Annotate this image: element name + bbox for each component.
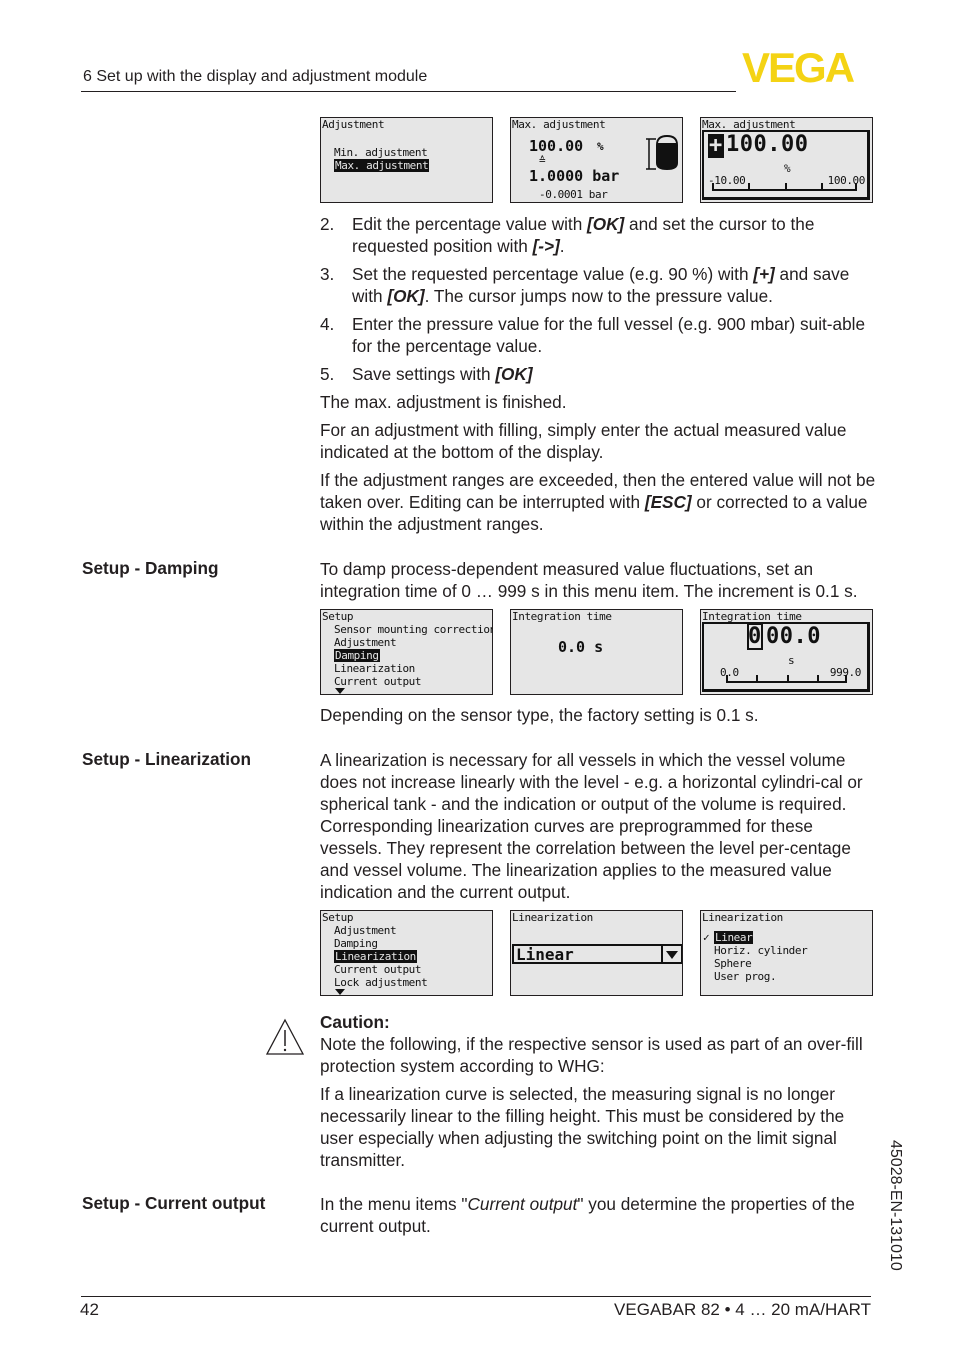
lcd-title: Linearization bbox=[702, 911, 783, 924]
lcd-title: Max. adjustment bbox=[512, 118, 606, 131]
page-number: 42 bbox=[80, 1300, 99, 1319]
range-scale bbox=[712, 183, 857, 191]
section-header: 6 Set up with the display and adjustment… bbox=[83, 68, 428, 85]
scroll-down-arrow-icon bbox=[335, 989, 345, 995]
integration-time-value: 0.0 s bbox=[558, 638, 604, 656]
menu-item: Adjustment bbox=[334, 924, 397, 937]
lcd-title: Adjustment bbox=[322, 118, 385, 131]
range-scale bbox=[726, 675, 847, 683]
scale-tick bbox=[756, 675, 759, 681]
caution-text: Note the following, if the respective se… bbox=[320, 1034, 863, 1076]
edit-value: 00.0 bbox=[766, 624, 821, 649]
step-text: Set the requested percentage value (e.g.… bbox=[352, 264, 850, 306]
menu-item-linearization-selected: Linearization bbox=[334, 950, 417, 963]
max-adjustment-finished: The max. adjustment is finished. bbox=[320, 392, 567, 412]
section-label-damping: Setup - Damping bbox=[82, 558, 219, 578]
lcd-linearization-select: Linearization Linear bbox=[510, 910, 683, 996]
edit-unit: s bbox=[788, 654, 795, 667]
lcd-integration-time-edit: Integration time 0 00.0 s 0.0 999.0 bbox=[700, 609, 873, 695]
current-output-text: In the menu items "Current output" you d… bbox=[320, 1194, 855, 1236]
lcd-setup-menu-damping: Setup Sensor mounting correction Adjustm… bbox=[320, 609, 493, 695]
lcd-max-adjustment-edit: Max. adjustment + 100.00 % -10.00 100.00 bbox=[700, 117, 873, 203]
step-2: 2. Edit the percentage value with [OK] a… bbox=[320, 213, 880, 257]
logo-text: VEGA bbox=[742, 50, 855, 86]
chevron-down-icon bbox=[661, 946, 681, 962]
menu-item-damping-selected: Damping bbox=[334, 649, 380, 662]
step-number: 2. bbox=[320, 214, 335, 234]
vessel-full-icon bbox=[646, 135, 678, 170]
percent-unit: % bbox=[597, 140, 604, 153]
scale-tick bbox=[816, 675, 819, 681]
damping-intro: To damp process-dependent measured value… bbox=[320, 559, 858, 601]
option: User prog. bbox=[714, 970, 777, 983]
option-linear-selected: Linear bbox=[714, 931, 754, 944]
scale-tick bbox=[748, 183, 751, 189]
menu-item-max-adjustment-selected: Max. adjustment bbox=[334, 159, 430, 172]
header-rule bbox=[81, 91, 736, 92]
lcd-max-adjustment-overview: Max. adjustment 100.00 % ≙ 1.0000 bar -0… bbox=[510, 117, 683, 203]
lcd-linearization-options: Linearization ✓ Linear Horiz. cylinder S… bbox=[700, 910, 873, 996]
edit-frame: 0 00.0 s 0.0 999.0 bbox=[702, 622, 870, 692]
step-5: 5. Save settings with [OK] bbox=[320, 363, 880, 385]
lcd-title: Setup bbox=[322, 610, 354, 623]
step-number: 5. bbox=[320, 364, 335, 384]
step-number: 4. bbox=[320, 314, 335, 334]
step-text: Edit the percentage value with [OK] and … bbox=[352, 214, 815, 256]
menu-item: Lock adjustment bbox=[334, 976, 428, 989]
menu-item: Linearization bbox=[334, 662, 415, 675]
scale-tick bbox=[845, 675, 847, 681]
lcd-adjustment-menu: Adjustment Min. adjustment Max. adjustme… bbox=[320, 117, 493, 203]
option: Sphere bbox=[714, 957, 752, 970]
menu-item: Damping bbox=[334, 937, 378, 950]
caution-title: Caution: bbox=[320, 1012, 390, 1032]
dropdown-value: Linear bbox=[516, 945, 574, 964]
step-text: Enter the pressure value for the full ve… bbox=[352, 314, 866, 356]
vega-logo: VEGA bbox=[742, 50, 857, 86]
checkmark-icon: ✓ bbox=[703, 931, 710, 944]
edit-frame: + 100.00 % -10.00 100.00 bbox=[702, 130, 870, 200]
warning-triangle-icon bbox=[265, 1018, 305, 1055]
lcd-integration-time: Integration time 0.0 s bbox=[510, 609, 683, 695]
menu-item: Sensor mounting correction bbox=[334, 623, 493, 636]
filling-note: For an adjustment with filling, simply e… bbox=[320, 420, 847, 462]
damping-note: Depending on the sensor type, the factor… bbox=[320, 705, 759, 725]
scale-tick bbox=[786, 675, 789, 681]
menu-item-min-adjustment: Min. adjustment bbox=[334, 146, 428, 159]
lcd-title: Linearization bbox=[512, 911, 593, 924]
scale-tick bbox=[784, 183, 787, 189]
document-code: 45028-EN-131010 bbox=[887, 1140, 904, 1271]
section-label-current-output: Setup - Current output bbox=[82, 1193, 266, 1213]
lcd-title: Setup bbox=[322, 911, 354, 924]
linearization-dropdown: Linear bbox=[512, 944, 682, 964]
menu-item: Adjustment bbox=[334, 636, 397, 649]
lcd-title: Integration time bbox=[512, 610, 612, 623]
scale-tick bbox=[855, 183, 857, 189]
measured-value: -0.0001 bar bbox=[539, 188, 608, 201]
scroll-down-arrow-icon bbox=[335, 688, 345, 694]
percent-value: 100.00 bbox=[529, 137, 584, 155]
equiv-symbol: ≙ bbox=[539, 154, 546, 167]
caution-text-2: If a linearization curve is selected, th… bbox=[320, 1084, 845, 1170]
cursor-plus: + bbox=[708, 133, 724, 158]
pressure-value: 1.0000 bar bbox=[529, 167, 620, 185]
footer-rule bbox=[81, 1296, 871, 1297]
step-number: 3. bbox=[320, 264, 335, 284]
product-name: VEGABAR 82 • 4 … 20 mA/HART bbox=[614, 1300, 871, 1319]
menu-item: Current output bbox=[334, 675, 422, 688]
step-4: 4. Enter the pressure value for the full… bbox=[320, 313, 880, 357]
linearization-intro: A linearization is necessary for all ves… bbox=[320, 750, 863, 902]
option: Horiz. cylinder bbox=[714, 944, 808, 957]
cursor-digit: 0 bbox=[747, 623, 763, 650]
edit-value: 100.00 bbox=[726, 132, 809, 157]
menu-item: Current output bbox=[334, 963, 422, 976]
scale-tick bbox=[820, 183, 823, 189]
scale-tick bbox=[712, 183, 714, 189]
edit-unit: % bbox=[784, 162, 791, 175]
section-label-linearization: Setup - Linearization bbox=[82, 749, 252, 769]
lcd-setup-menu-linearization: Setup Adjustment Damping Linearization C… bbox=[320, 910, 493, 996]
step-text: Save settings with [OK] bbox=[352, 364, 533, 384]
range-note: If the adjustment ranges are exceeded, t… bbox=[320, 470, 876, 534]
step-3: 3. Set the requested percentage value (e… bbox=[320, 263, 880, 307]
scale-tick bbox=[726, 675, 728, 681]
